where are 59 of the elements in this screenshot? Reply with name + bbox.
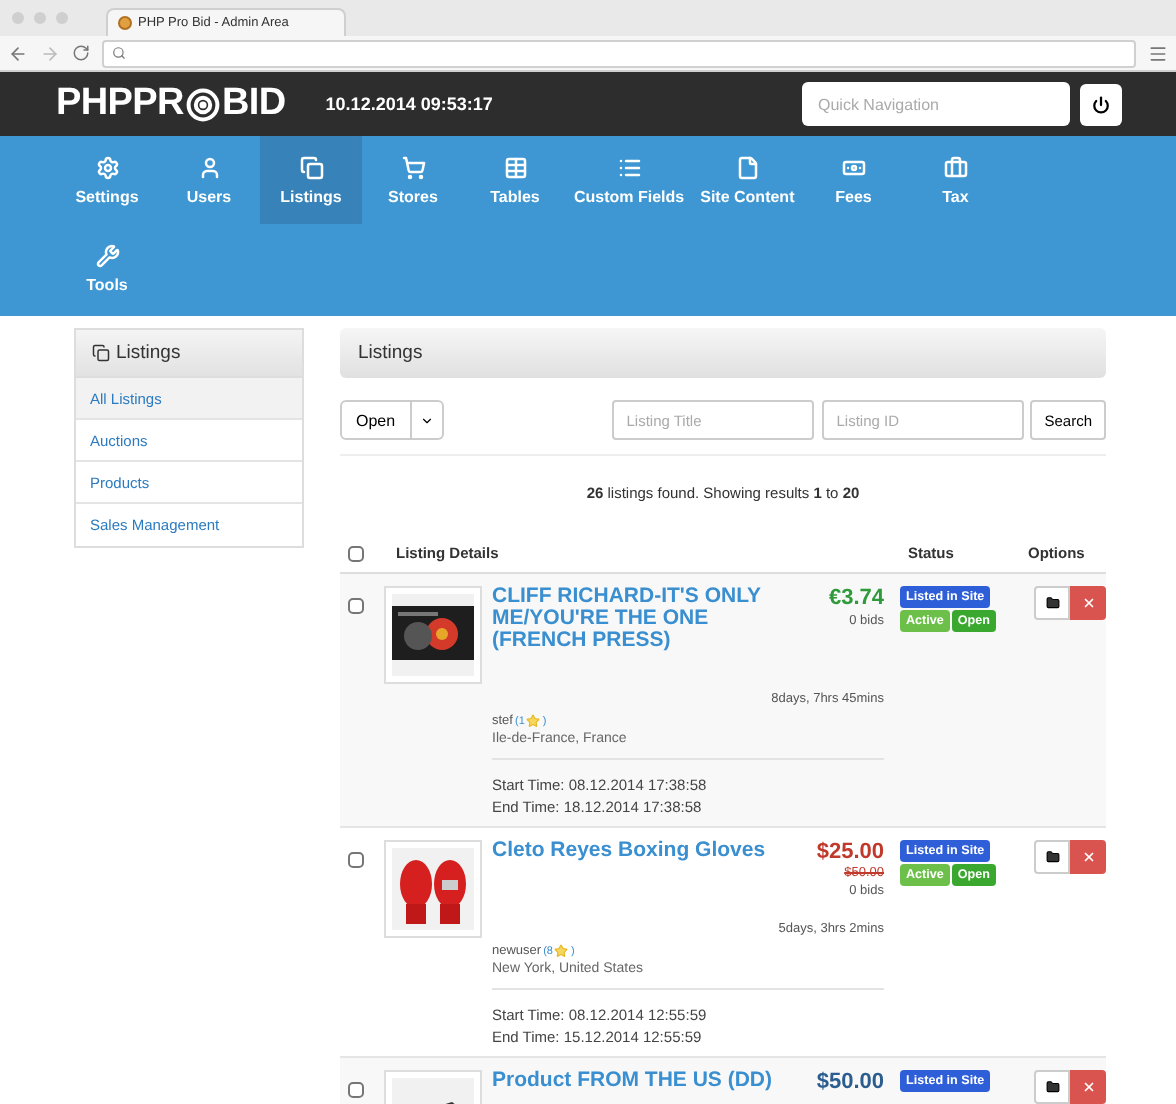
panel-header: Listings bbox=[340, 328, 1106, 378]
close-icon bbox=[1081, 596, 1095, 610]
status-filter-button[interactable]: Open bbox=[340, 400, 412, 440]
sidebar-title: Listings bbox=[116, 342, 181, 364]
search-icon bbox=[112, 46, 126, 60]
nav-icon bbox=[617, 155, 642, 179]
menu-icon[interactable] bbox=[1148, 43, 1168, 63]
star-icon bbox=[526, 714, 541, 728]
folder-icon bbox=[1045, 1080, 1059, 1094]
address-field[interactable] bbox=[102, 39, 1136, 67]
back-icon[interactable] bbox=[8, 43, 28, 63]
quick-navigation-field[interactable]: Quick Navigation bbox=[802, 82, 1070, 126]
nav-tab[interactable]: Site Content bbox=[692, 136, 803, 224]
nav-icon bbox=[841, 155, 866, 179]
folder-icon bbox=[1045, 850, 1059, 864]
power-icon bbox=[1092, 95, 1110, 113]
close-icon bbox=[1081, 850, 1095, 864]
nav-icon bbox=[735, 155, 760, 179]
nav-icon bbox=[95, 155, 119, 179]
logo[interactable]: PHPPR BID bbox=[56, 82, 286, 126]
caret-icon bbox=[419, 413, 434, 427]
nav-tab[interactable]: Tax bbox=[904, 136, 1007, 224]
power-button[interactable] bbox=[1080, 83, 1122, 125]
nav-tab[interactable]: Custom Fields bbox=[566, 136, 693, 224]
nav-tab[interactable]: Listings bbox=[260, 136, 362, 224]
star-icon bbox=[554, 944, 569, 958]
nav-icon bbox=[503, 155, 527, 179]
nav-tab[interactable]: Stores bbox=[362, 136, 464, 224]
row-checkbox[interactable] bbox=[348, 852, 364, 868]
row-checkbox[interactable] bbox=[348, 598, 364, 614]
listings-icon bbox=[92, 344, 110, 362]
open-button[interactable] bbox=[1034, 586, 1070, 620]
target-icon bbox=[185, 87, 220, 121]
nav-icon bbox=[401, 155, 425, 179]
nav-tab[interactable]: Fees bbox=[802, 136, 905, 224]
open-button[interactable] bbox=[1034, 1070, 1070, 1104]
open-button[interactable] bbox=[1034, 840, 1070, 874]
close-icon bbox=[1081, 1080, 1095, 1094]
nav-icon bbox=[95, 243, 119, 267]
date-time: 10.12.2014 09:53:17 bbox=[325, 94, 495, 114]
dropdown-toggle[interactable] bbox=[411, 400, 444, 440]
nav-tab[interactable]: Tools bbox=[56, 224, 158, 312]
listing-title-link[interactable]: Cleto Reyes Boxing Gloves bbox=[492, 840, 772, 898]
nav-tab[interactable]: Settings bbox=[56, 136, 158, 224]
listing-title-link[interactable]: Product FROM THE US (DD) bbox=[492, 1070, 772, 1094]
select-all-checkbox[interactable] bbox=[348, 545, 364, 561]
nav-icon bbox=[943, 155, 968, 179]
listing-title-link[interactable]: CLIFF RICHARD-IT'S ONLY ME/YOU'RE THE ONE (FRENCH PRESS) bbox=[492, 586, 772, 652]
price: $50.00 bbox=[816, 1070, 884, 1094]
nav-icon bbox=[197, 155, 221, 179]
nav-tab[interactable]: Users bbox=[158, 136, 260, 224]
nav-tab[interactable]: Tables bbox=[464, 136, 566, 224]
folder-icon bbox=[1045, 596, 1059, 610]
nav-icon bbox=[299, 155, 323, 179]
favicon-icon bbox=[118, 16, 132, 30]
price: €3.74 bbox=[828, 586, 884, 610]
price: $25.00 bbox=[816, 840, 884, 864]
reload-icon[interactable] bbox=[72, 44, 90, 62]
row-checkbox[interactable] bbox=[348, 1082, 364, 1098]
